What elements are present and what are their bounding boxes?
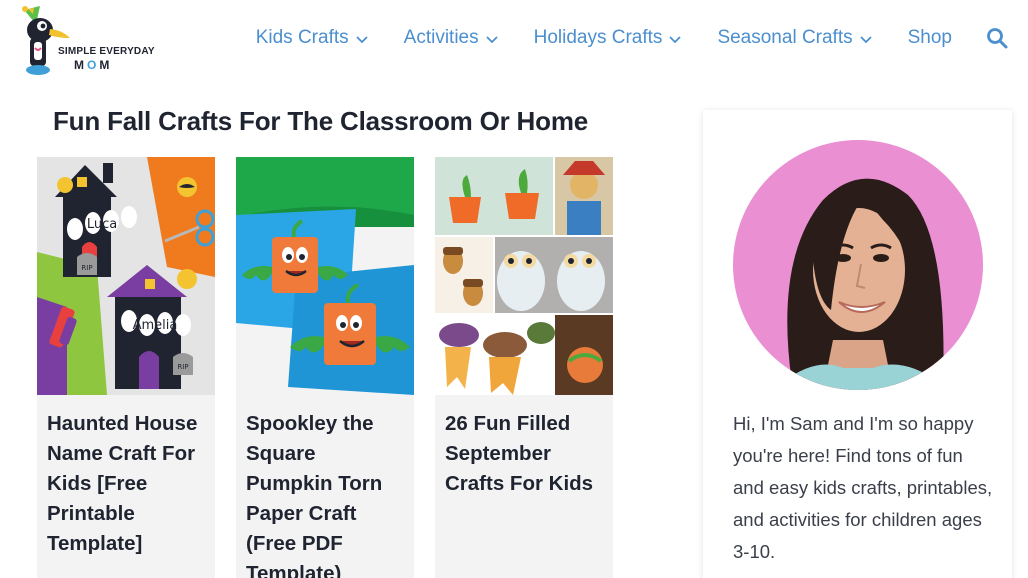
post-card-square-pumpkin[interactable]: Spookley the Square Pumpkin Torn Paper C… — [236, 157, 414, 578]
chevron-down-icon — [669, 36, 682, 44]
tombstone-label: RIP — [81, 264, 92, 272]
september-crafts-collage-image[interactable] — [435, 157, 613, 395]
site-logo[interactable]: SIMPLE EVERYDAY MOM — [22, 4, 155, 80]
author-sidebar: Hi, I'm Sam and I'm so happy you're here… — [703, 110, 1012, 578]
logo-text-line1: SIMPLE EVERYDAY — [58, 46, 155, 57]
tombstone-label: RIP — [177, 363, 188, 371]
post-grid: Luca Amelia RIP RIP Haunted House Name C… — [37, 157, 634, 578]
nav-item-label: Kids Crafts — [255, 27, 349, 48]
square-pumpkin-craft-image[interactable] — [236, 157, 414, 395]
name-tag-amelia: Amelia — [133, 318, 178, 333]
nav-item-seasonal-crafts[interactable]: Seasonal Crafts — [717, 27, 872, 49]
post-card-haunted-house[interactable]: Luca Amelia RIP RIP Haunted House Name C… — [37, 157, 215, 578]
name-tag-luca: Luca — [87, 217, 117, 232]
chevron-down-icon — [859, 36, 872, 44]
nav-item-activities[interactable]: Activities — [404, 27, 499, 49]
page-title: Fun Fall Crafts For The Classroom Or Hom… — [53, 106, 588, 136]
author-photo — [733, 140, 983, 390]
nav-item-label: Shop — [907, 27, 952, 48]
nav-item-label: Activities — [403, 27, 479, 48]
chevron-down-icon — [356, 36, 368, 44]
nav-item-label: Holidays Crafts — [533, 27, 663, 48]
author-bio: Hi, I'm Sam and I'm so happy you're here… — [733, 413, 993, 562]
nav-item-holidays-crafts[interactable]: Holidays Crafts — [534, 27, 683, 49]
nav-item-shop[interactable]: Shop — [908, 27, 952, 49]
search-icon[interactable] — [986, 27, 1008, 49]
post-card-september-crafts[interactable]: 26 Fun Filled September Crafts For Kids — [435, 157, 613, 578]
post-card-title[interactable]: Spookley the Square Pumpkin Torn Paper C… — [236, 395, 414, 578]
site-header: SIMPLE EVERYDAY MOM Kids Crafts Activiti… — [0, 0, 1028, 82]
post-card-title[interactable]: Haunted House Name Craft For Kids [Free … — [37, 395, 215, 559]
nav-item-label: Seasonal Crafts — [717, 27, 853, 48]
logo-text-line2: MOM — [74, 58, 113, 72]
haunted-house-craft-image[interactable]: Luca Amelia RIP RIP — [37, 157, 215, 395]
main-nav: Kids Crafts Activities Holidays Crafts S… — [256, 27, 1008, 49]
chevron-down-icon — [485, 36, 498, 44]
nav-item-kids-crafts[interactable]: Kids Crafts — [256, 27, 369, 49]
post-card-title[interactable]: 26 Fun Filled September Crafts For Kids — [435, 395, 613, 499]
